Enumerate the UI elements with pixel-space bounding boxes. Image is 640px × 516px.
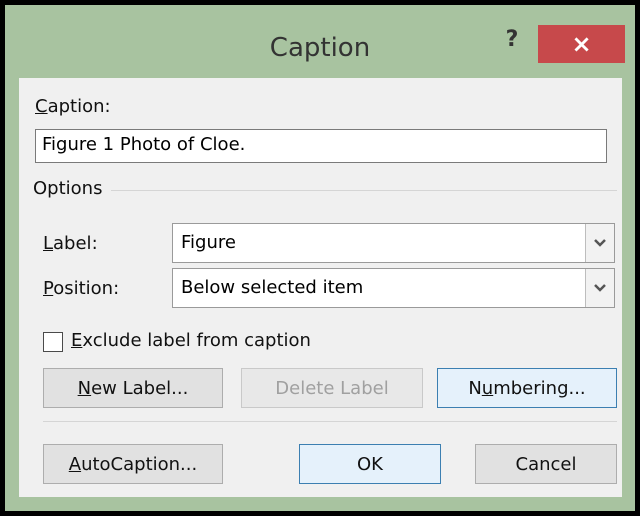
options-divider bbox=[111, 190, 617, 191]
caption-input-value: Figure 1 Photo of Cloe. bbox=[42, 134, 246, 155]
buttons-divider bbox=[43, 421, 617, 422]
caption-input[interactable]: Figure 1 Photo of Cloe. bbox=[35, 129, 607, 163]
close-icon: × bbox=[571, 30, 592, 58]
position-dropdown-value: Below selected item bbox=[181, 277, 364, 298]
label-dropdown-value: Figure bbox=[181, 232, 236, 253]
position-field-label: Position: bbox=[43, 278, 120, 299]
cancel-button[interactable]: Cancel bbox=[475, 444, 617, 484]
caption-label: Caption: bbox=[35, 96, 111, 117]
numbering-button[interactable]: Nu mbering... bbox=[437, 368, 617, 408]
options-group-label: Options bbox=[33, 178, 103, 199]
position-dropdown[interactable]: Below selected item bbox=[172, 268, 615, 308]
ok-button[interactable]: OK bbox=[299, 444, 441, 484]
chevron-down-icon[interactable] bbox=[585, 269, 614, 307]
autocaption-button[interactable]: AutoCaption... bbox=[43, 444, 223, 484]
new-label-button[interactable]: New Label... bbox=[43, 368, 223, 408]
exclude-label-checkbox[interactable] bbox=[43, 332, 63, 352]
label-field-label: Label: bbox=[43, 233, 98, 254]
dialog-body: Caption: Figure 1 Photo of Cloe. Options… bbox=[19, 78, 622, 497]
close-button[interactable]: × bbox=[538, 25, 625, 63]
title-bar: Caption ? × bbox=[5, 5, 635, 75]
caption-dialog: Caption ? × Caption: Figure 1 Photo of C… bbox=[5, 5, 635, 511]
help-icon[interactable]: ? bbox=[497, 27, 527, 52]
label-dropdown[interactable]: Figure bbox=[172, 223, 615, 263]
chevron-down-icon[interactable] bbox=[585, 224, 614, 262]
exclude-label-text[interactable]: Exclude label from caption bbox=[71, 330, 311, 351]
delete-label-button[interactable]: Delete Label bbox=[241, 368, 423, 408]
